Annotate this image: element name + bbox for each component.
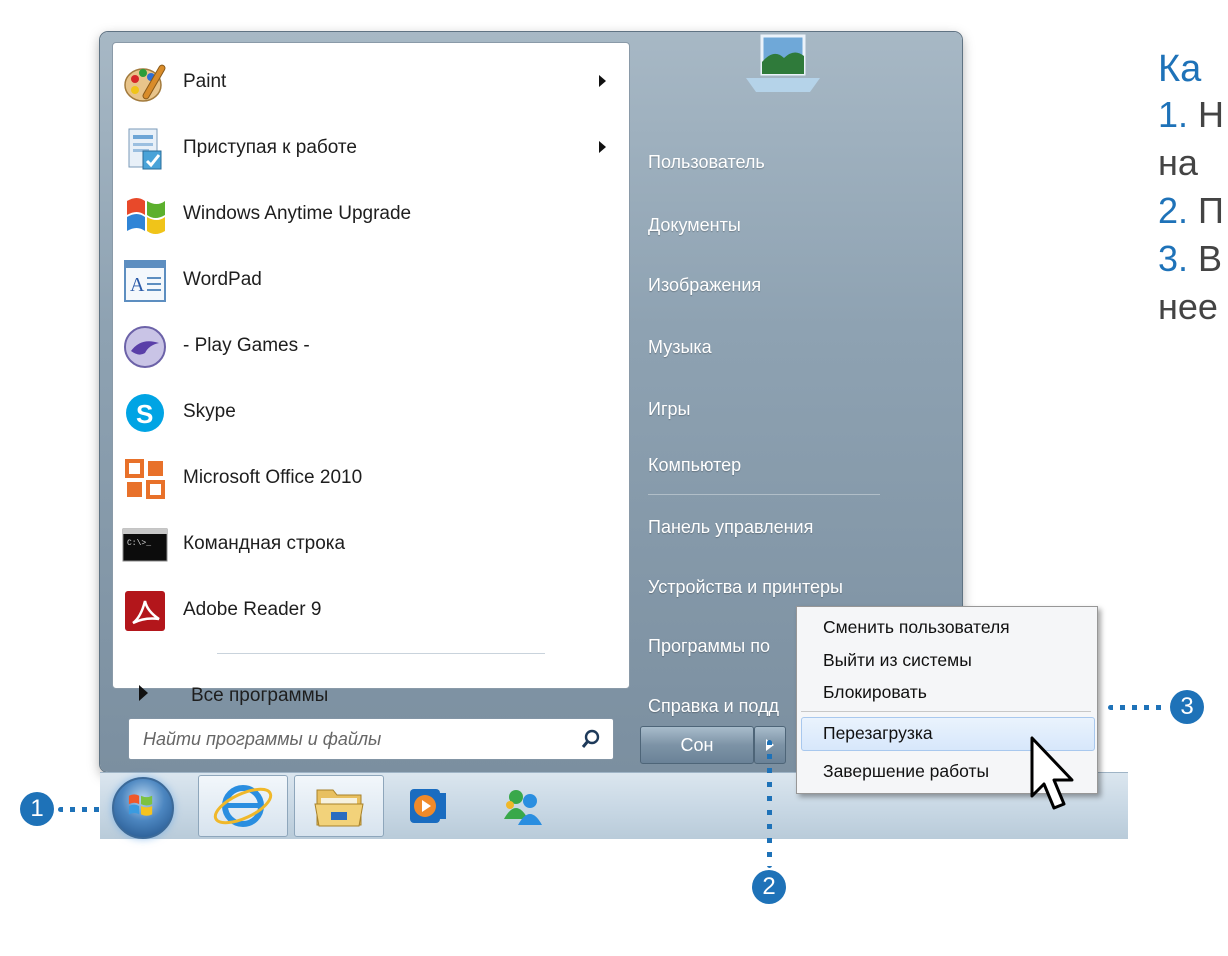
nav-devices-printers[interactable]: Устройства и принтеры: [648, 577, 843, 598]
instructions-title: Ка: [1158, 48, 1202, 90]
nav-games[interactable]: Игры: [648, 399, 690, 420]
program-label: - Play Games -: [183, 335, 310, 356]
search-input[interactable]: [141, 725, 565, 753]
menu-item-restart[interactable]: Перезагрузка: [823, 723, 933, 744]
menu-item-lock[interactable]: Блокировать: [823, 682, 927, 703]
callout-2-badge: 2: [752, 870, 786, 904]
program-label: Windows Anytime Upgrade: [183, 203, 412, 224]
separator: [648, 494, 880, 495]
svg-text:C:\>_: C:\>_: [127, 539, 151, 548]
instruction-line: нее: [1158, 286, 1218, 327]
search-icon[interactable]: [581, 729, 601, 749]
program-item-wordpad[interactable]: A WordPad: [117, 251, 617, 307]
paint-icon: [124, 64, 166, 102]
taskbar-explorer-button[interactable]: [294, 775, 384, 837]
instruction-line: 2. П: [1158, 190, 1224, 231]
nav-music[interactable]: Музыка: [648, 337, 712, 358]
windows-flag-icon: [127, 198, 165, 234]
menu-item-switch-user[interactable]: Сменить пользователя: [823, 617, 1010, 638]
menu-item-shutdown[interactable]: Завершение работы: [823, 761, 989, 782]
program-item-adobe-reader[interactable]: Adobe Reader 9: [117, 581, 617, 637]
nav-default-programs[interactable]: Программы по: [648, 636, 770, 657]
internet-explorer-icon: [213, 785, 273, 827]
separator: [217, 653, 545, 654]
search-box[interactable]: [128, 718, 614, 760]
svg-text:S: S: [136, 399, 153, 429]
nav-computer[interactable]: Компьютер: [648, 455, 741, 476]
program-item-paint[interactable]: Paint: [117, 53, 617, 109]
program-label: Adobe Reader 9: [183, 599, 322, 620]
program-label: Командная строка: [183, 533, 346, 554]
nav-documents[interactable]: Документы: [648, 215, 741, 236]
program-item-skype[interactable]: S Skype: [117, 383, 617, 439]
office-icon: [125, 459, 165, 499]
nav-user[interactable]: Пользователь: [648, 152, 765, 173]
start-button[interactable]: [112, 777, 174, 839]
program-item-getting-started[interactable]: Приступая к работе: [117, 119, 617, 175]
all-programs-button[interactable]: Все программы: [133, 675, 613, 719]
games-icon: [124, 326, 166, 368]
instruction-line: 1. Н: [1158, 94, 1225, 135]
messenger-icon[interactable]: [496, 779, 550, 833]
nav-help-support[interactable]: Справка и подд: [648, 696, 779, 717]
menu-item-log-off[interactable]: Выйти из системы: [823, 650, 972, 671]
separator: [801, 711, 1091, 712]
program-item-play-games[interactable]: - Play Games -: [117, 317, 617, 373]
skype-icon: S: [126, 394, 164, 432]
instruction-line: 3. В: [1158, 238, 1223, 279]
user-picture-icon[interactable]: [738, 32, 828, 102]
adobe-reader-icon: [125, 591, 165, 631]
callout-3-badge: 3: [1170, 690, 1204, 724]
callout-3-leader: [1108, 705, 1166, 710]
program-item-office[interactable]: Microsoft Office 2010: [117, 449, 617, 505]
windows-logo-icon: [128, 794, 153, 816]
cmd-icon: C:\>_: [122, 528, 168, 562]
explorer-folder-icon: [314, 789, 364, 827]
program-label: Microsoft Office 2010: [183, 467, 363, 488]
taskbar-ie-button[interactable]: [198, 775, 288, 837]
svg-text:A: A: [130, 274, 145, 296]
submenu-arrow-icon: [599, 141, 606, 153]
program-label: Paint: [183, 71, 227, 92]
program-item-cmd[interactable]: C:\>_ Командная строка: [117, 515, 617, 571]
sleep-button[interactable]: Сон: [640, 726, 754, 764]
program-item-anytime-upgrade[interactable]: Windows Anytime Upgrade: [117, 185, 617, 241]
nav-pictures[interactable]: Изображения: [648, 275, 761, 296]
nav-control-panel[interactable]: Панель управления: [648, 517, 813, 538]
program-label: Skype: [183, 401, 236, 422]
expand-arrow-icon: [139, 685, 148, 701]
instructions-panel: Ка 1. Н на 2. П 3. В нее: [1158, 48, 1228, 408]
media-player-icon[interactable]: [400, 779, 454, 833]
callout-2-leader: [767, 740, 772, 868]
programs-pane: Paint Приступая к работе Windows Anytime…: [112, 42, 630, 706]
callout-1-leader: [58, 807, 102, 812]
submenu-arrow-icon: [599, 75, 606, 87]
getting-started-icon: [128, 128, 162, 170]
callout-1-badge: 1: [20, 792, 54, 826]
all-programs-label: Все программы: [191, 685, 329, 706]
instruction-line: на: [1158, 142, 1198, 183]
mouse-cursor-icon: [1030, 736, 1074, 810]
program-label: Приступая к работе: [183, 137, 357, 158]
wordpad-icon: A: [124, 260, 166, 302]
program-label: WordPad: [183, 269, 262, 290]
